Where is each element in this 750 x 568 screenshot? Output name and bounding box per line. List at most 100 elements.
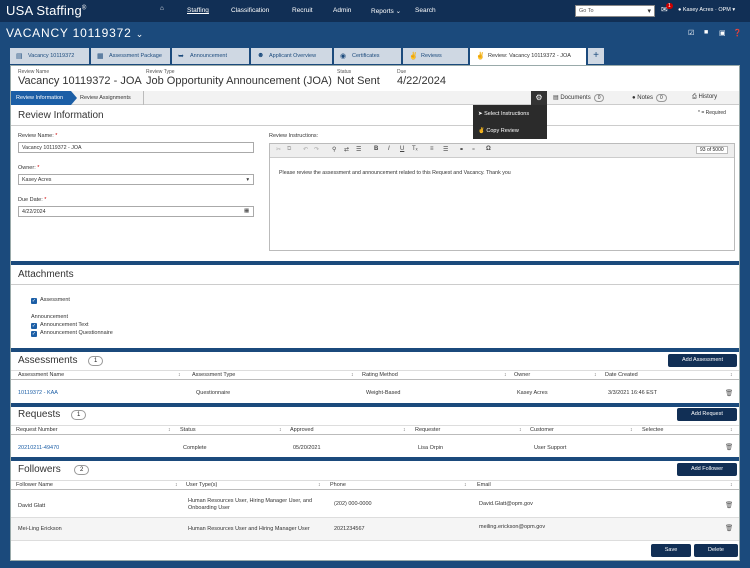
column-header[interactable]: Assessment Type (192, 372, 235, 378)
nav-admin[interactable]: Admin (333, 7, 351, 14)
sort-icon[interactable]: ↕ (168, 427, 171, 433)
column-header[interactable]: Email (477, 482, 491, 488)
notes-button[interactable]: ● Notes 0 (632, 94, 667, 102)
add-assessment-button[interactable]: Add Assessment (668, 354, 737, 367)
column-header[interactable]: Status (180, 427, 196, 433)
gear-icon[interactable]: ⚙ (531, 91, 547, 105)
sort-icon[interactable]: ↕ (351, 372, 354, 378)
add-request-button[interactable]: Add Request (677, 408, 737, 421)
nav-classification[interactable]: Classification (231, 7, 269, 14)
sort-icon[interactable]: ↕ (403, 427, 406, 433)
review-name-input[interactable]: Vacancy 10119372 - JOA (18, 142, 254, 153)
copy-icon[interactable]: ⧉ (287, 146, 291, 153)
announcement-questionnaire-checkbox[interactable]: ✓ Announcement Questionnaire (31, 330, 113, 337)
column-header[interactable]: Request Number (16, 427, 58, 433)
assessments-title: Assessments (18, 355, 78, 366)
find-icon[interactable]: ⚲ (332, 146, 336, 153)
sort-icon[interactable]: ↕ (594, 372, 597, 378)
trash-icon[interactable]: 🗑 (725, 443, 733, 451)
assessment-name-link[interactable]: 10119372 - KAA (18, 390, 58, 396)
sort-icon[interactable]: ↕ (464, 482, 467, 488)
column-header[interactable]: Assessment Name (18, 372, 64, 378)
due-date-input[interactable]: 4/22/2024 ▦ (18, 206, 254, 217)
bold-icon[interactable]: B (374, 146, 378, 152)
sort-icon[interactable]: ↕ (318, 482, 321, 488)
copy-review-item[interactable]: ✌ Copy Review (478, 128, 519, 134)
check-icon: ✓ (31, 298, 37, 304)
request-number-link[interactable]: 20210211-49470 (18, 445, 59, 451)
sort-icon[interactable]: ↕ (630, 427, 633, 433)
replace-icon[interactable]: ⇄ (344, 146, 349, 153)
format-icon[interactable]: ☰ (356, 146, 361, 153)
trash-icon[interactable]: 🗑 (725, 501, 733, 509)
column-header[interactable]: Requester (415, 427, 440, 433)
bullet-list-icon[interactable]: ☰ (443, 146, 448, 153)
documents-button[interactable]: ▤ Documents 0 (553, 94, 605, 102)
folder-icon[interactable]: ■ (704, 29, 708, 36)
column-header[interactable]: Approved (290, 427, 314, 433)
column-header[interactable]: User Type(s) (186, 482, 217, 488)
nav-reports[interactable]: Reports ⌄ (371, 7, 401, 15)
save-button[interactable]: Save (651, 544, 691, 557)
trash-icon[interactable]: 🗑 (725, 524, 733, 532)
goto-input[interactable]: Go To ▾ (575, 5, 655, 17)
instructions-editor[interactable] (269, 143, 735, 251)
tab-applicant-overview[interactable]: ☻ Applicant Overview (251, 48, 333, 64)
sort-icon[interactable]: ↕ (175, 482, 178, 488)
column-header[interactable]: Date Created (605, 372, 638, 378)
nav-recruit[interactable]: Recruit (292, 7, 313, 14)
app-logo[interactable]: USA Staffing® (6, 3, 87, 18)
numbered-list-icon[interactable]: ≡ (430, 146, 434, 152)
nav-search[interactable]: Search (415, 7, 436, 14)
tab-assessment-package[interactable]: ▦ Assessment Package (91, 48, 171, 64)
sort-icon[interactable]: ↕ (730, 482, 733, 488)
delete-button[interactable]: Delete (694, 544, 738, 557)
add-tab-button[interactable]: + (588, 48, 604, 64)
select-instructions-item[interactable]: ➤ Select Instructions (478, 111, 529, 117)
tab-reviews[interactable]: ✌ Reviews (403, 48, 469, 64)
sort-icon[interactable]: ↕ (504, 372, 507, 378)
user-menu[interactable]: ● Kasey Acres · OPM ▾ (678, 7, 735, 13)
tab-announcement[interactable]: ➥ Announcement (172, 48, 250, 64)
sort-icon[interactable]: ↕ (730, 427, 733, 433)
undo-icon[interactable]: ↶ (303, 146, 308, 153)
assessment-checkbox[interactable]: ✓ Assessment (31, 297, 70, 304)
step-review-assignments[interactable]: Review Assignments (80, 95, 131, 101)
tab-vacancy[interactable]: ▤ Vacancy 10119372 (10, 48, 90, 64)
redo-icon[interactable]: ↷ (314, 146, 319, 153)
nav-staffing[interactable]: Staffing (187, 7, 209, 14)
sort-icon[interactable]: ↕ (730, 372, 733, 378)
home-icon[interactable]: ⌂ (160, 5, 164, 12)
omega-icon[interactable]: Ω (486, 146, 491, 152)
comment-icon[interactable]: ▣ (719, 29, 726, 37)
clear-format-icon[interactable]: Tₓ (412, 146, 418, 152)
column-header[interactable]: Owner (514, 372, 530, 378)
sort-icon[interactable]: ↕ (279, 427, 282, 433)
column-header[interactable]: Follower Name (16, 482, 53, 488)
help-icon[interactable]: ❓ (733, 29, 742, 37)
vacancy-title[interactable]: VACANCY 10119372 ⌄ (6, 26, 144, 40)
underline-icon[interactable]: U (400, 146, 404, 152)
cut-icon[interactable]: ✂ (276, 146, 281, 153)
unlink-icon[interactable]: ⚭ (471, 146, 476, 153)
tab-review-vacancy[interactable]: ✌ Review: Vacancy 10119372 - JOA (470, 48, 587, 65)
add-follower-button[interactable]: Add Follower (677, 463, 737, 476)
link-icon[interactable]: ⚭ (459, 146, 464, 153)
history-button[interactable]: ⎙ History (692, 94, 717, 101)
step-review-information[interactable]: Review Information (11, 91, 71, 105)
due-value: 4/22/2024 (397, 75, 446, 87)
checklist-icon[interactable]: ☑ (688, 29, 694, 37)
announcement-text-checkbox[interactable]: ✓ Announcement Text (31, 322, 89, 329)
column-header[interactable]: Selectee (642, 427, 663, 433)
calendar-icon[interactable]: ▦ (244, 208, 249, 214)
sort-icon[interactable]: ↕ (178, 372, 181, 378)
trash-icon[interactable]: 🗑 (725, 389, 733, 397)
tab-certificates[interactable]: ◉ Certificates (334, 48, 402, 64)
column-header[interactable]: Rating Method (362, 372, 398, 378)
instructions-text[interactable]: Please review the assessment and announc… (279, 170, 511, 176)
sort-icon[interactable]: ↕ (519, 427, 522, 433)
owner-select[interactable]: Kasey Acres ▾ (18, 174, 254, 185)
column-header[interactable]: Phone (330, 482, 346, 488)
italic-icon[interactable]: I (388, 146, 390, 152)
column-header[interactable]: Customer (530, 427, 554, 433)
